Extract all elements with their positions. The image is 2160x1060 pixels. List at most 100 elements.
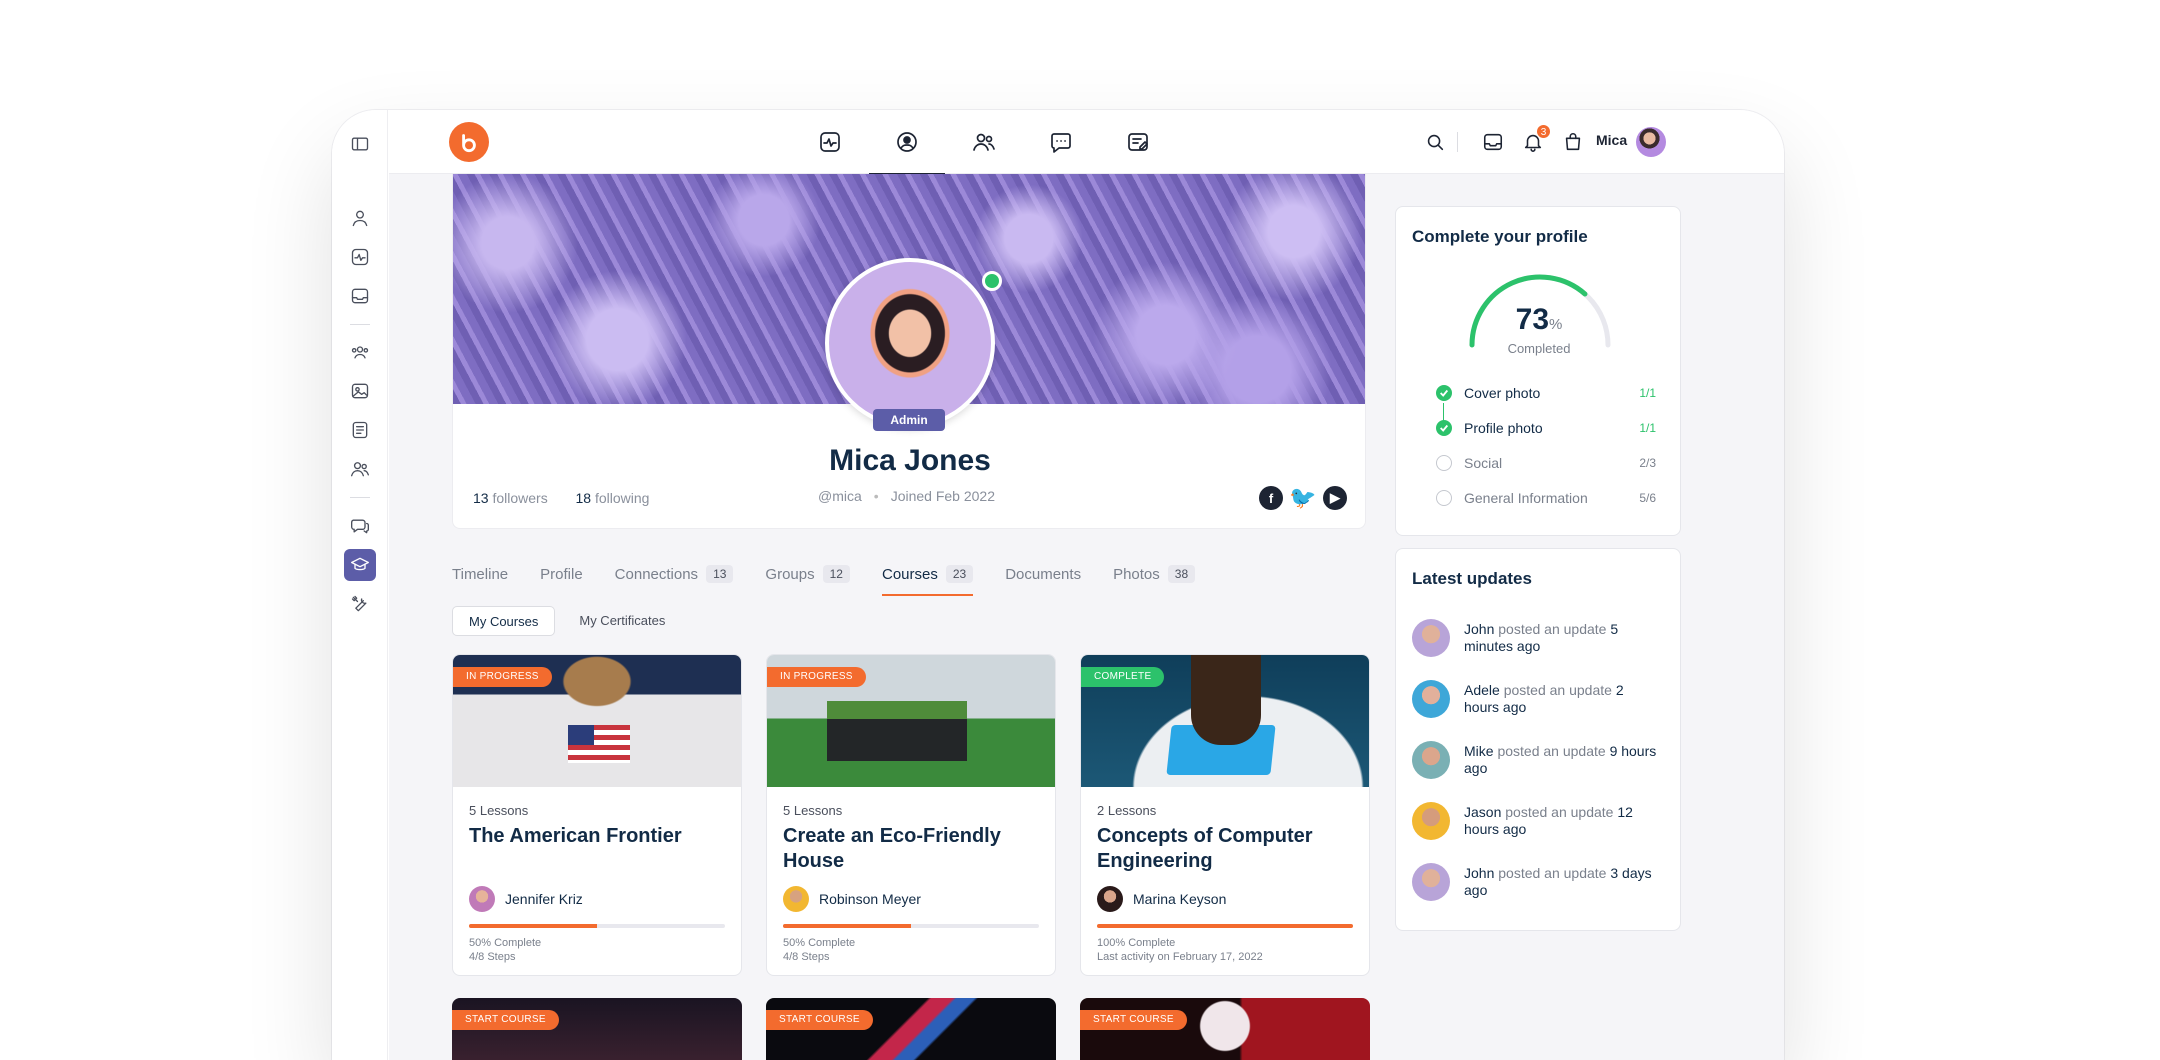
update-avatar [1412, 863, 1450, 901]
courses-icon[interactable] [344, 549, 376, 581]
checklist-item[interactable]: Social 2/3 [1436, 455, 1656, 471]
youtube-icon[interactable]: ▶ [1323, 486, 1347, 510]
tab-documents[interactable]: Documents [1005, 560, 1081, 588]
update-item[interactable]: John posted an update 3 days ago [1412, 863, 1662, 901]
course-card[interactable]: START COURSE [1080, 998, 1370, 1060]
update-item[interactable]: Mike posted an update 9 hours ago [1412, 741, 1662, 779]
course-card[interactable]: IN PROGRESS 5 Lessons The American Front… [452, 654, 742, 976]
course-status-tag: START COURSE [1080, 1010, 1187, 1030]
unchecked-circle-icon [1436, 490, 1452, 506]
course-instructor[interactable]: Jennifer Kriz [469, 886, 725, 912]
course-image: IN PROGRESS [453, 655, 741, 787]
nav-profile-icon[interactable] [869, 110, 945, 175]
tab-connections[interactable]: Connections 13 [615, 560, 734, 588]
groups-icon[interactable] [344, 336, 376, 368]
course-progress-bar [469, 924, 725, 928]
course-status-tag: START COURSE [452, 1010, 559, 1030]
photos-icon[interactable] [344, 375, 376, 407]
followers-label[interactable]: followers [492, 490, 547, 506]
checklist-item[interactable]: Cover photo 1/1 [1436, 385, 1656, 401]
cart-icon[interactable] [1561, 130, 1585, 154]
course-progress-text: 50% Complete [469, 937, 542, 949]
course-lessons: 5 Lessons [783, 803, 843, 818]
messages-icon[interactable] [344, 510, 376, 542]
course-card[interactable]: COMPLETE 2 Lessons Concepts of Computer … [1080, 654, 1370, 976]
app-window: 3 Mica Admin Mica Jones 13 followers 18 … [332, 110, 1784, 1060]
course-card[interactable]: START COURSE [766, 998, 1056, 1060]
instructor-avatar [469, 886, 495, 912]
course-instructor[interactable]: Robinson Meyer [783, 886, 1039, 912]
course-subtabs: My Courses My Certificates [452, 606, 681, 636]
activity-icon[interactable] [344, 241, 376, 273]
user-avatar[interactable] [1636, 127, 1666, 157]
top-divider [1457, 132, 1458, 152]
tab-courses[interactable]: Courses 23 [881, 560, 974, 596]
tools-icon[interactable] [344, 588, 376, 620]
nav-members-icon[interactable] [946, 110, 1022, 174]
update-item[interactable]: John posted an update 5 minutes ago [1412, 619, 1662, 657]
user-name[interactable]: Mica [1596, 132, 1627, 148]
logo-icon[interactable] [449, 122, 489, 162]
course-title[interactable]: The American Frontier [469, 824, 725, 876]
course-progress-detail: 4/8 Steps [469, 951, 516, 963]
forums-icon[interactable] [344, 414, 376, 446]
profile-avatar[interactable] [825, 258, 995, 428]
course-status-tag: IN PROGRESS [767, 667, 866, 687]
unchecked-circle-icon [1436, 455, 1452, 471]
tab-groups[interactable]: Groups 12 [765, 560, 850, 588]
tab-count: 38 [1167, 565, 1196, 583]
tab-profile[interactable]: Profile [540, 560, 583, 588]
completion-label: Completed [1507, 341, 1571, 356]
course-status-tag: IN PROGRESS [453, 667, 552, 687]
course-lessons: 2 Lessons [1097, 803, 1157, 818]
followers-count[interactable]: 13 [473, 490, 489, 506]
update-item[interactable]: Jason posted an update 12 hours ago [1412, 802, 1662, 840]
inbox-icon[interactable] [1481, 130, 1505, 154]
top-bar: 3 Mica [389, 110, 1784, 175]
update-avatar [1412, 802, 1450, 840]
profile-meta: @mica • Joined Feb 2022 [818, 488, 995, 504]
tab-photos[interactable]: Photos 38 [1113, 560, 1196, 588]
latest-updates-widget: Latest updates John posted an update 5 m… [1395, 548, 1681, 931]
online-status-icon [982, 271, 1002, 291]
following-count[interactable]: 18 [576, 490, 592, 506]
subtab-my-certificates[interactable]: My Certificates [563, 606, 681, 636]
house-image [827, 701, 967, 761]
sidebar-toggle-icon[interactable] [344, 128, 376, 160]
connections-icon[interactable] [344, 453, 376, 485]
course-card[interactable]: IN PROGRESS 5 Lessons Create an Eco-Frie… [766, 654, 1056, 976]
course-title[interactable]: Concepts of Computer Engineering [1097, 824, 1353, 876]
facebook-icon[interactable]: f [1259, 486, 1283, 510]
tab-count: 12 [822, 565, 850, 583]
course-card[interactable]: START COURSE [452, 998, 742, 1060]
subtab-my-courses[interactable]: My Courses [452, 606, 556, 636]
profile-icon[interactable] [344, 202, 376, 234]
nav-activity-icon[interactable] [792, 110, 868, 174]
nav-documents-icon[interactable] [1100, 110, 1176, 174]
checklist-item[interactable]: Profile photo 1/1 [1436, 420, 1656, 436]
profile-joined: Joined Feb 2022 [890, 488, 995, 504]
search-icon[interactable] [1423, 130, 1447, 154]
nav-forums-icon[interactable] [1023, 110, 1099, 174]
widget-title: Complete your profile [1412, 227, 1588, 246]
course-progress-text: 50% Complete [783, 937, 856, 949]
update-avatar [1412, 619, 1450, 657]
sidebar-divider [350, 497, 370, 498]
check-icon [1436, 420, 1452, 436]
tab-timeline[interactable]: Timeline [452, 560, 508, 588]
following-label[interactable]: following [595, 490, 649, 506]
course-progress-text: 100% Complete [1097, 937, 1176, 949]
course-instructor[interactable]: Marina Keyson [1097, 886, 1353, 912]
profile-handle: @mica [818, 488, 862, 504]
left-sidebar [332, 110, 388, 1060]
profile-tabs: Timeline Profile Connections 13 Groups 12 … [452, 560, 1196, 596]
notifications-icon[interactable]: 3 [1521, 124, 1551, 154]
checklist-item[interactable]: General Information 5/6 [1436, 490, 1656, 506]
twitter-icon[interactable]: 🐦 [1289, 485, 1316, 510]
update-item[interactable]: Adele posted an update 2 hours ago [1412, 680, 1662, 718]
inbox-icon[interactable] [344, 280, 376, 312]
course-title[interactable]: Create an Eco-Friendly House [783, 824, 1039, 876]
tab-count: 23 [945, 565, 974, 583]
update-avatar [1412, 741, 1450, 779]
percent-sign: % [1549, 316, 1563, 333]
